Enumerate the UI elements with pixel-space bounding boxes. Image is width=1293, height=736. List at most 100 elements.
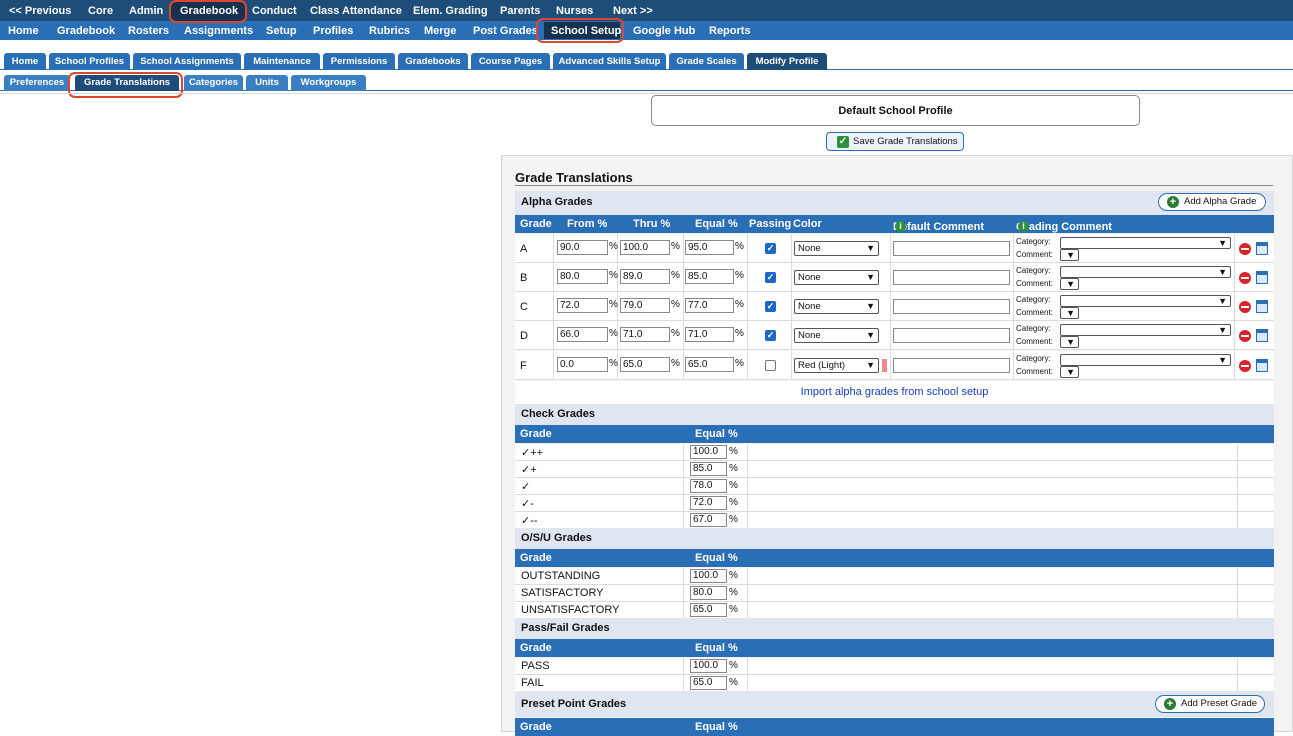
equal-percent-input[interactable]: 65.0 [685, 357, 734, 372]
subnav-rubrics[interactable]: Rubrics [369, 25, 410, 37]
color-select[interactable]: Red (Light) ▼ [794, 358, 879, 373]
nav-elem-grading[interactable]: Elem. Grading [413, 5, 488, 17]
tab-school-assignments[interactable]: School Assignments [133, 53, 241, 70]
nav-class-attendance[interactable]: Class Attendance [310, 5, 402, 17]
subnav-profiles[interactable]: Profiles [313, 25, 353, 37]
equal-percent-input[interactable]: 78.0 [690, 479, 727, 493]
subnav-rosters[interactable]: Rosters [128, 25, 169, 37]
category-select[interactable]: ▼ [1060, 237, 1231, 249]
thru-percent-input[interactable]: 100.0 [620, 240, 670, 255]
delete-icon[interactable] [1239, 301, 1251, 313]
comment-select[interactable]: ▼ [1060, 278, 1079, 290]
tab-permissions[interactable]: Permissions [323, 53, 395, 70]
comment-select[interactable]: ▼ [1060, 366, 1079, 378]
color-select[interactable]: None ▼ [794, 299, 879, 314]
thru-percent-input[interactable]: 79.0 [620, 298, 670, 313]
equal-percent-input[interactable]: 100.0 [690, 659, 727, 673]
equal-percent-input[interactable]: 85.0 [685, 269, 734, 284]
subnav-google-hub[interactable]: Google Hub [633, 25, 695, 37]
from-percent-input[interactable]: 80.0 [557, 269, 608, 284]
equal-percent-input[interactable]: 80.0 [690, 586, 727, 600]
equal-percent-input[interactable]: 72.0 [690, 496, 727, 510]
equal-percent-input[interactable]: 77.0 [685, 298, 734, 313]
from-percent-input[interactable]: 72.0 [557, 298, 608, 313]
from-percent-input[interactable]: 0.0 [557, 357, 608, 372]
thru-percent-input[interactable]: 89.0 [620, 269, 670, 284]
equal-percent-input[interactable]: 100.0 [690, 445, 727, 459]
calendar-icon[interactable] [1256, 329, 1268, 342]
tab-course-pages[interactable]: Course Pages [471, 53, 550, 70]
delete-icon[interactable] [1239, 360, 1251, 372]
tab-school-profiles[interactable]: School Profiles [49, 53, 130, 70]
category-select[interactable]: ▼ [1060, 354, 1231, 366]
equal-percent-input[interactable]: 85.0 [690, 462, 727, 476]
nav-admin[interactable]: Admin [129, 5, 163, 17]
tab-modify-profile[interactable]: Modify Profile [747, 53, 827, 70]
comment-select[interactable]: ▼ [1060, 307, 1079, 319]
info-icon[interactable]: i [1018, 221, 1029, 232]
nav-previous[interactable]: << Previous [9, 5, 71, 17]
add-alpha-grade-button[interactable]: + Add Alpha Grade [1158, 193, 1266, 211]
default-comment-input[interactable] [893, 328, 1010, 343]
delete-icon[interactable] [1239, 272, 1251, 284]
default-comment-input[interactable] [893, 241, 1010, 256]
category-select[interactable]: ▼ [1060, 266, 1231, 278]
tab-grade-scales[interactable]: Grade Scales [669, 53, 744, 70]
from-percent-input[interactable]: 90.0 [557, 240, 608, 255]
subtab-workgroups[interactable]: Workgroups [291, 75, 366, 91]
calendar-icon[interactable] [1256, 359, 1268, 372]
delete-icon[interactable] [1239, 330, 1251, 342]
import-alpha-grades-link[interactable]: Import alpha grades from school setup [515, 381, 1274, 404]
thru-percent-input[interactable]: 65.0 [620, 357, 670, 372]
color-select[interactable]: None ▼ [794, 241, 879, 256]
equal-percent-input[interactable]: 65.0 [690, 676, 727, 690]
tab-maintenance[interactable]: Maintenance [244, 53, 320, 70]
color-select[interactable]: None ▼ [794, 270, 879, 285]
add-preset-grade-button[interactable]: + Add Preset Grade [1155, 695, 1265, 713]
subnav-reports[interactable]: Reports [709, 25, 751, 37]
passing-checkbox[interactable]: ✓ [765, 301, 776, 312]
equal-percent-input[interactable]: 95.0 [685, 240, 734, 255]
nav-nurses[interactable]: Nurses [556, 5, 593, 17]
thru-percent-input[interactable]: 71.0 [620, 327, 670, 342]
default-comment-input[interactable] [893, 299, 1010, 314]
category-select[interactable]: ▼ [1060, 324, 1231, 336]
calendar-icon[interactable] [1256, 242, 1268, 255]
nav-core[interactable]: Core [88, 5, 113, 17]
passing-checkbox[interactable]: ✓ [765, 243, 776, 254]
info-icon[interactable]: i [895, 221, 906, 232]
subnav-merge[interactable]: Merge [424, 25, 456, 37]
tab-home[interactable]: Home [4, 53, 46, 70]
nav-conduct[interactable]: Conduct [252, 5, 297, 17]
equal-percent-input[interactable]: 71.0 [685, 327, 734, 342]
calendar-icon[interactable] [1256, 300, 1268, 313]
save-grade-translations-button[interactable]: ✓ Save Grade Translations [826, 132, 964, 151]
default-comment-input[interactable] [893, 270, 1010, 285]
comment-select[interactable]: ▼ [1060, 249, 1079, 261]
nav-parents[interactable]: Parents [500, 5, 540, 17]
equal-percent-input[interactable]: 100.0 [690, 569, 727, 583]
color-select[interactable]: None ▼ [794, 328, 879, 343]
passing-checkbox[interactable]: ✓ [765, 272, 776, 283]
equal-percent-input[interactable]: 65.0 [690, 603, 727, 617]
passing-checkbox[interactable]: ✓ [765, 330, 776, 341]
subtab-units[interactable]: Units [246, 75, 288, 91]
subnav-setup[interactable]: Setup [266, 25, 297, 37]
subnav-gradebook[interactable]: Gradebook [57, 25, 115, 37]
from-percent-input[interactable]: 66.0 [557, 327, 608, 342]
tab-advanced-skills-setup[interactable]: Advanced Skills Setup [553, 53, 666, 70]
nav-next[interactable]: Next >> [613, 5, 653, 17]
subtab-preferences[interactable]: Preferences [4, 75, 70, 91]
category-select[interactable]: ▼ [1060, 295, 1231, 307]
passing-checkbox[interactable] [765, 360, 776, 371]
subnav-post-grades[interactable]: Post Grades [473, 25, 538, 37]
comment-select[interactable]: ▼ [1060, 336, 1079, 348]
default-comment-input[interactable] [893, 358, 1010, 373]
equal-percent-input[interactable]: 67.0 [690, 513, 727, 527]
subtab-categories[interactable]: Categories [184, 75, 243, 91]
calendar-icon[interactable] [1256, 271, 1268, 284]
subnav-assignments[interactable]: Assignments [184, 25, 253, 37]
delete-icon[interactable] [1239, 243, 1251, 255]
subnav-home[interactable]: Home [8, 25, 39, 37]
tab-gradebooks[interactable]: Gradebooks [398, 53, 468, 70]
